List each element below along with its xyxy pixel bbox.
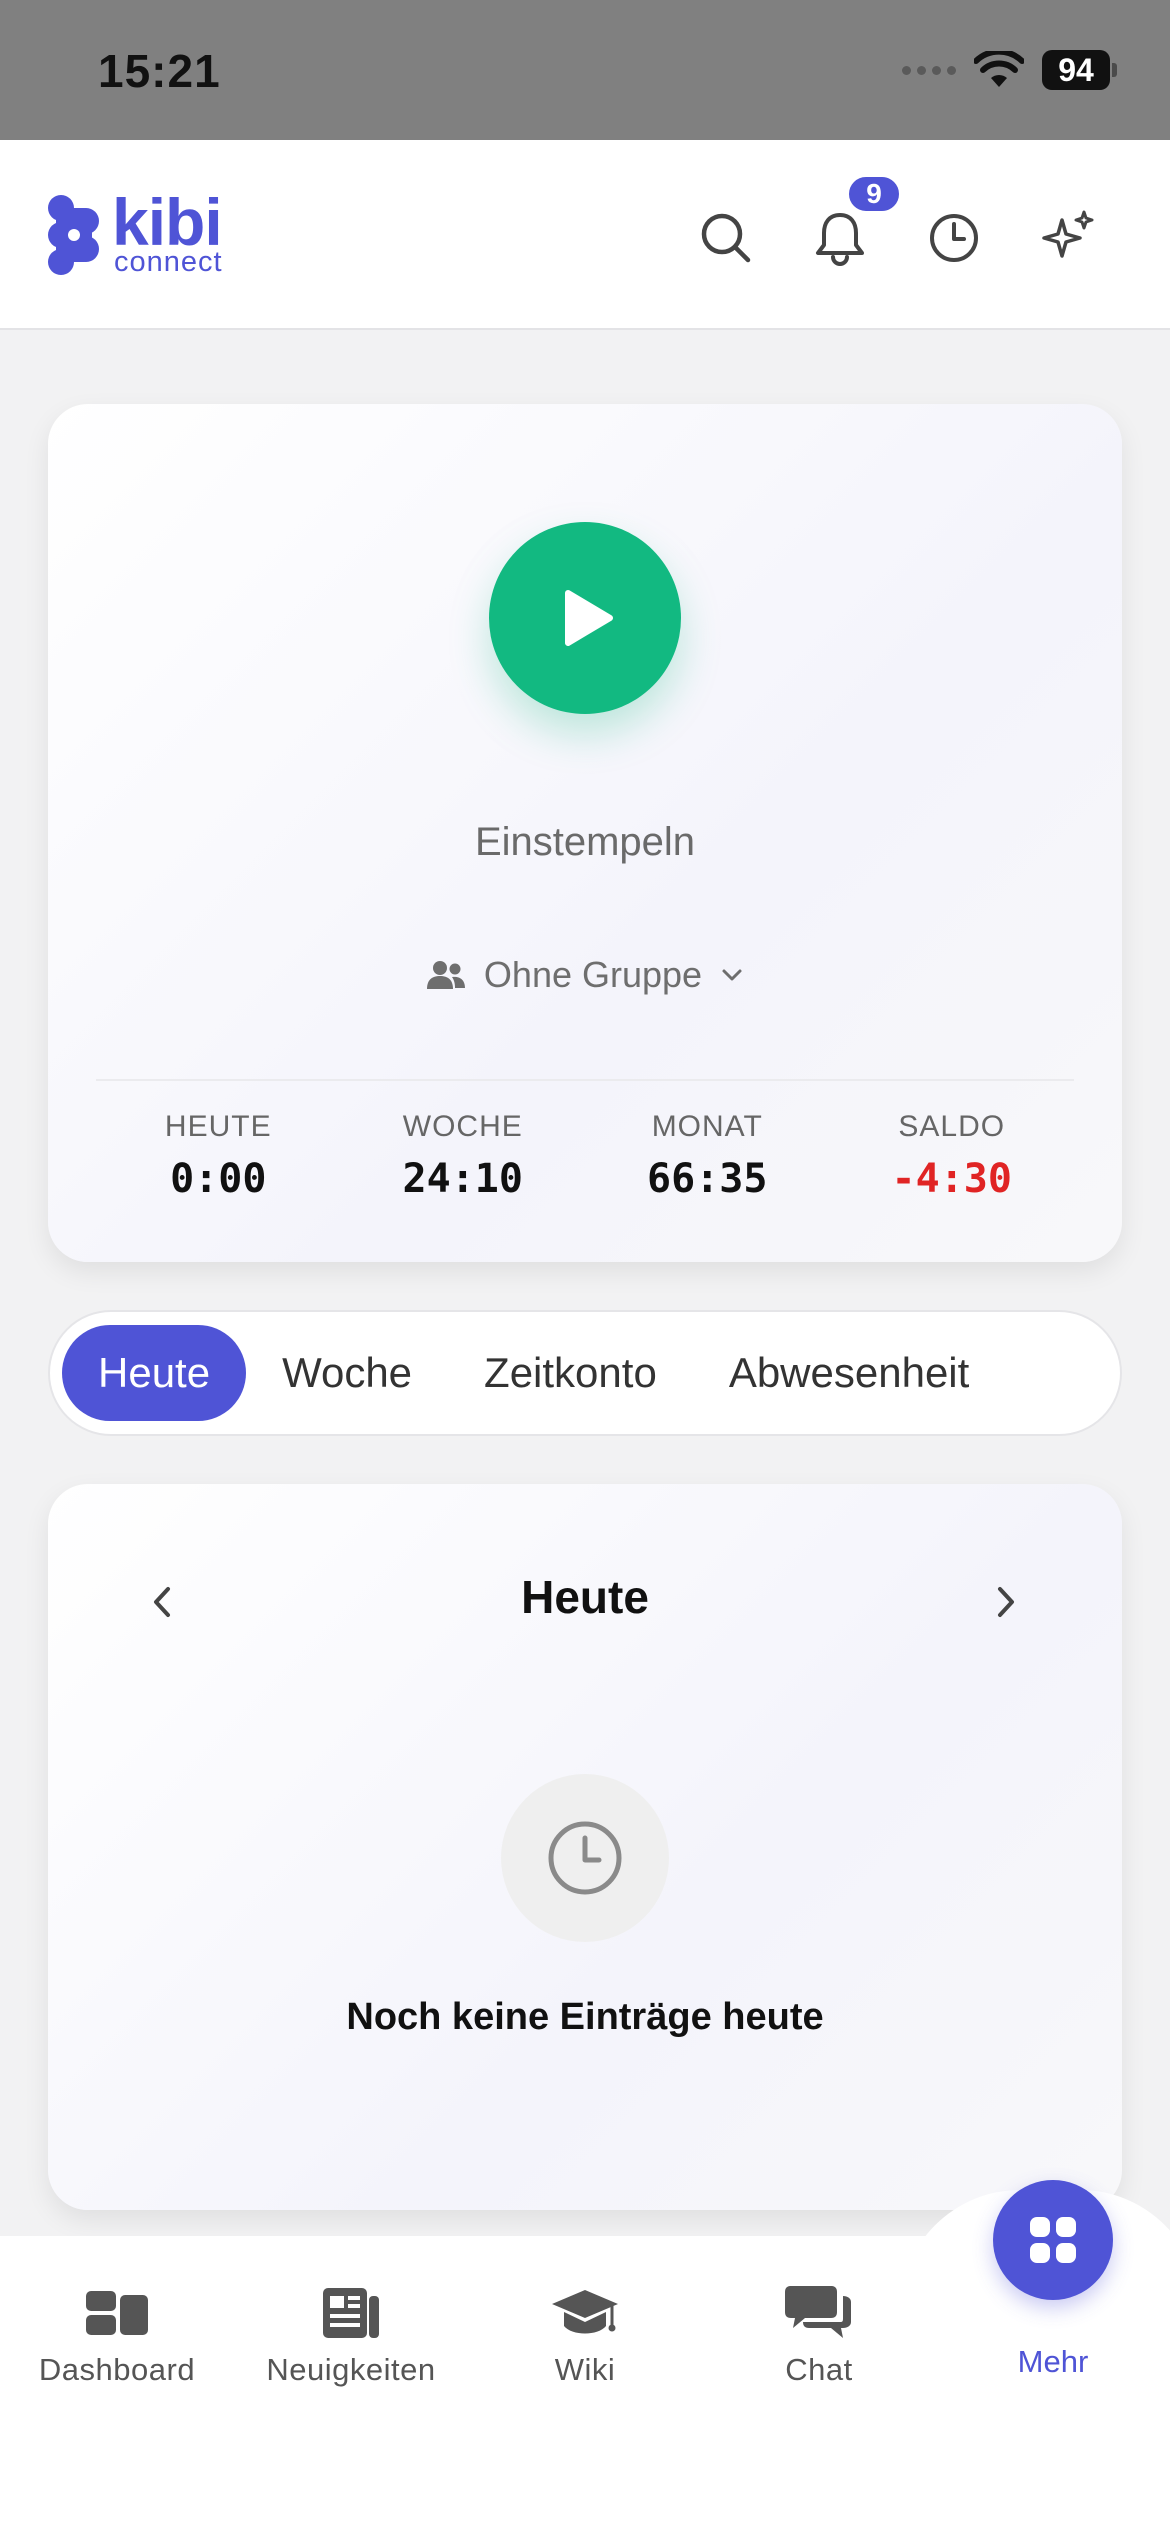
chevron-down-icon [722, 969, 742, 981]
empty-state-illustration [501, 1774, 669, 1942]
stats-divider [96, 1079, 1074, 1081]
tab-week[interactable]: Woche [246, 1325, 448, 1421]
app-header: kibi connect 9 [0, 140, 1170, 330]
logo-mark-icon [48, 195, 99, 275]
stat-value-negative: -4:30 [891, 1156, 1012, 1202]
tab-time-account[interactable]: Zeitkonto [448, 1325, 693, 1421]
news-icon [323, 2288, 379, 2338]
nav-wiki[interactable]: Wiki [468, 2278, 702, 2388]
grid-icon [1030, 2217, 1076, 2263]
nav-more-button[interactable] [993, 2180, 1113, 2300]
chat-icon [785, 2286, 851, 2338]
bell-icon [816, 213, 864, 266]
stat-value: 66:35 [647, 1156, 768, 1202]
next-day-button[interactable] [984, 1580, 1028, 1624]
nav-label: Chat [785, 2352, 853, 2387]
cellular-signal-icon [902, 65, 956, 75]
nav-chat[interactable]: Chat [702, 2278, 936, 2388]
chevron-right-icon [998, 1587, 1014, 1617]
tab-absence[interactable]: Abwesenheit [693, 1325, 1006, 1421]
day-entries-card: Heute Noch keine Einträge heute [48, 1484, 1122, 2210]
nav-label: Neuigkeiten [266, 2352, 436, 2387]
group-selector-label: Ohne Gruppe [483, 954, 703, 995]
kibi-connect-logo[interactable]: kibi connect [46, 185, 242, 280]
stat-label: SALDO [898, 1110, 1006, 1143]
sparkles-icon [1042, 210, 1094, 258]
status-indicators: 94 [902, 50, 1117, 90]
stat-today: HEUTE 0:00 [96, 1110, 341, 1202]
nav-label: Wiki [554, 2352, 616, 2387]
bottom-navigation: Dashboard Neuigkeiten Wiki Chat Mehr [0, 2180, 1170, 2532]
clock-in-label: Einstempeln [474, 820, 696, 864]
ai-assistant-button[interactable] [1036, 206, 1100, 270]
stat-week: WOCHE 24:10 [341, 1110, 586, 1202]
search-icon [701, 213, 751, 263]
nav-news[interactable]: Neuigkeiten [234, 2278, 468, 2388]
time-tracking-button[interactable] [922, 206, 986, 270]
status-bar: 15:21 94 [0, 0, 1170, 140]
wifi-icon [974, 51, 1024, 87]
nav-label: Dashboard [38, 2352, 196, 2387]
clock-in-card: Einstempeln Ohne Gruppe HEUTE 0:00 WOCHE… [48, 404, 1122, 1262]
clock-icon [930, 214, 978, 262]
stat-month: MONAT 66:35 [585, 1110, 830, 1202]
stat-label: WOCHE [402, 1110, 523, 1143]
nav-more-label: Mehr [1017, 2344, 1089, 2379]
notifications-button[interactable] [808, 206, 872, 270]
stat-label: MONAT [651, 1110, 763, 1143]
group-selector[interactable]: Ohne Gruppe [48, 954, 1122, 996]
notification-count-badge: 9 [846, 174, 902, 214]
status-time: 15:21 [98, 45, 221, 97]
stat-value: 0:00 [170, 1156, 267, 1202]
period-tabs: Heute Woche Zeitkonto Abwesenheit [48, 1310, 1122, 1436]
empty-state-text: Noch keine Einträge heute [346, 1996, 824, 2038]
stat-label: HEUTE [164, 1110, 272, 1143]
logo-secondary-text: connect [114, 246, 223, 278]
clock-in-button[interactable] [489, 522, 681, 714]
dashboard-icon [86, 2291, 148, 2335]
battery-indicator: 94 [1042, 50, 1117, 90]
time-stats: HEUTE 0:00 WOCHE 24:10 MONAT 66:35 SALDO… [96, 1110, 1074, 1202]
day-title: Heute [521, 1571, 649, 1623]
logo-wordmark: kibi connect [112, 185, 242, 280]
search-button[interactable] [694, 206, 758, 270]
clock-icon [548, 1821, 622, 1895]
graduation-cap-icon [552, 2290, 618, 2334]
stat-value: 24:10 [402, 1156, 523, 1202]
tab-today[interactable]: Heute [62, 1325, 247, 1421]
stat-balance: SALDO -4:30 [830, 1110, 1075, 1202]
play-icon [565, 590, 613, 646]
nav-dashboard[interactable]: Dashboard [0, 2278, 234, 2388]
users-icon [426, 961, 465, 989]
